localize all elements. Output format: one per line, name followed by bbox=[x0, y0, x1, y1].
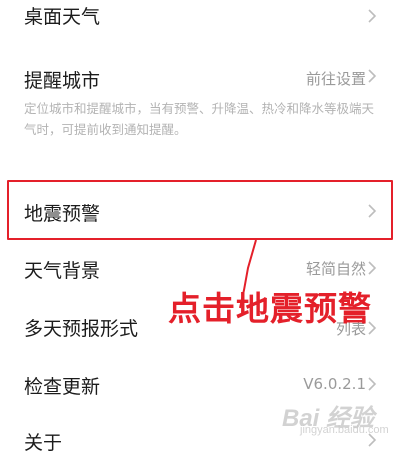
baidu-watermark-url: jingyan.baidu.com bbox=[300, 424, 389, 436]
settings-screen: 桌面天气 提醒城市 前往设置 定位城市和提醒城市，当有预警、升降温、热冷和降水等… bbox=[0, 0, 400, 458]
annotation-text: 点击地震预警 bbox=[168, 289, 372, 328]
annotation-pointer-line bbox=[239, 239, 257, 309]
